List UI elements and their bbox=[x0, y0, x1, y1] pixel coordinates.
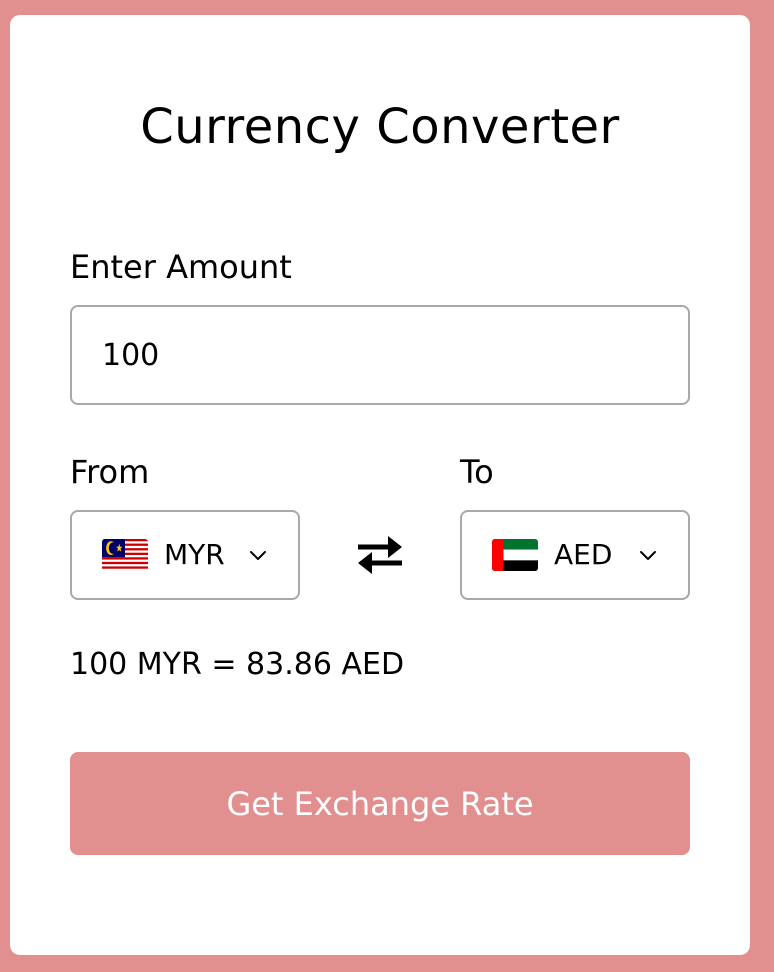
swap-arrows-icon[interactable] bbox=[352, 530, 408, 580]
chevron-down-icon bbox=[250, 551, 266, 560]
chevron-down-icon bbox=[640, 551, 656, 560]
malaysia-flag-icon bbox=[102, 539, 148, 571]
from-currency-code: MYR bbox=[164, 538, 225, 571]
from-label: From bbox=[70, 453, 150, 491]
exchange-result: 100 MYR = 83.86 AED bbox=[70, 647, 405, 682]
converter-card: Currency Converter Enter Amount From MYR bbox=[10, 15, 750, 955]
to-label: To bbox=[460, 453, 494, 491]
from-currency-select[interactable]: MYR bbox=[70, 510, 300, 600]
amount-label: Enter Amount bbox=[70, 248, 292, 286]
get-exchange-rate-button[interactable]: Get Exchange Rate bbox=[70, 752, 690, 855]
to-currency-select[interactable]: AED bbox=[460, 510, 690, 600]
to-currency-code: AED bbox=[554, 538, 613, 571]
amount-input[interactable] bbox=[70, 305, 690, 405]
page-title: Currency Converter bbox=[140, 99, 620, 155]
uae-flag-icon bbox=[492, 539, 538, 571]
